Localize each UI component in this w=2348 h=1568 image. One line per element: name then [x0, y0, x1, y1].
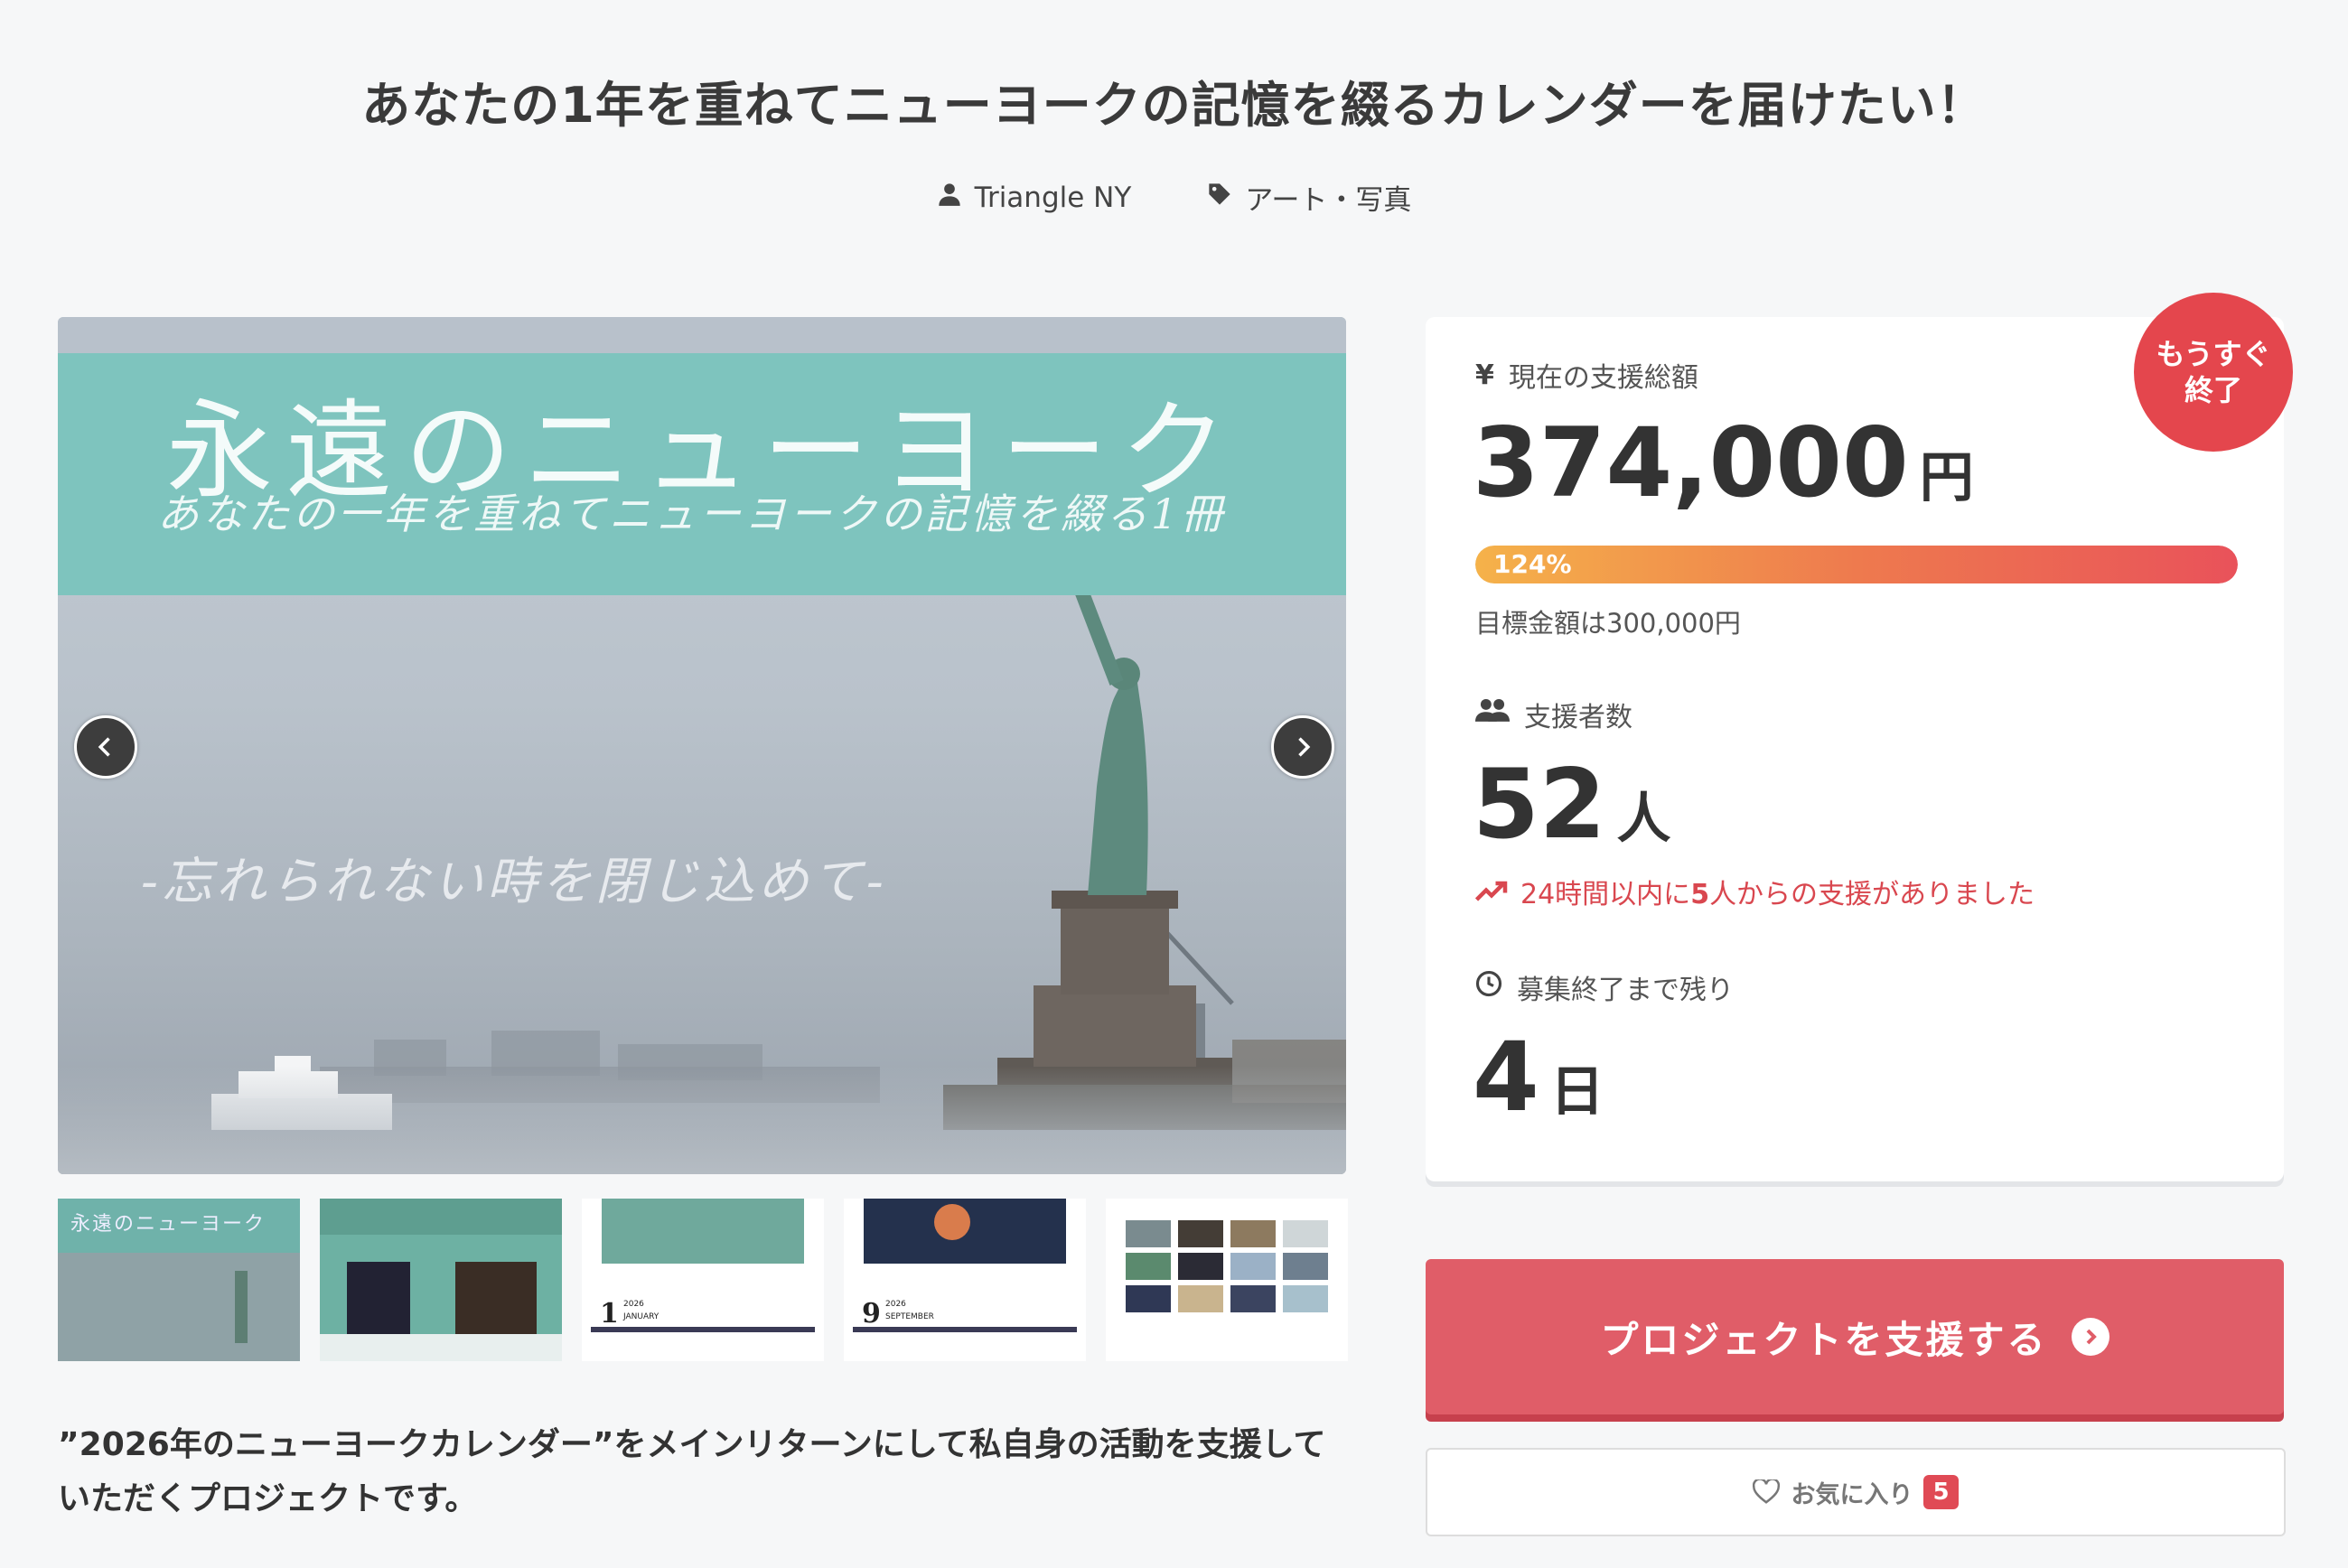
arrow-circle-icon — [2071, 1318, 2109, 1356]
favorite-button[interactable]: お気に入り 5 — [1426, 1448, 2286, 1536]
main-image: 永遠のニューヨーク あなたの一年を重ねてニューヨークの記憶を綴る1冊 -忘れられ… — [58, 317, 1346, 1174]
ending-soon-badge: もうすぐ 終了 — [2134, 293, 2293, 452]
prev-image-button[interactable] — [74, 715, 137, 779]
thumb-september-year: 2026 — [885, 1300, 906, 1309]
remaining-row: 4日 — [1473, 1022, 1604, 1133]
category-name: アート・写真 — [1245, 184, 1412, 217]
owner-link[interactable]: Triangle NY — [937, 177, 1132, 218]
total-unit: 円 — [1919, 446, 1974, 509]
thumbnail-strip: 永遠のニューヨーク 1 2026 JANUARY 9 2026 SEPTEMBE… — [58, 1199, 1348, 1361]
thumb-january-year: 2026 — [623, 1300, 644, 1309]
clock-icon — [1475, 970, 1502, 1004]
support-label: プロジェクトを支援する — [1600, 1317, 2048, 1362]
thumb-january[interactable]: 1 2026 JANUARY — [582, 1199, 824, 1361]
project-title: あなたの1年を重ねてニューヨークの記憶を綴るカレンダーを届けたい！ — [361, 77, 1987, 134]
recent-count: 5 — [1690, 879, 1710, 910]
total-label: 現在の支援総額 — [1508, 362, 1698, 394]
heart-icon — [1753, 1479, 1781, 1504]
tag-icon — [1207, 182, 1232, 214]
thumb-september-num: 9 — [862, 1298, 881, 1330]
hero-tagline: -忘れられない時を閉じ込めて- — [141, 853, 887, 911]
thumb-cover-caption: 永遠のニューヨーク — [70, 1213, 267, 1236]
backers-label-row: 支援者数 — [1475, 695, 1632, 734]
total-amount-row: 374,000 円 — [1473, 407, 1974, 518]
thumb-september[interactable]: 9 2026 SEPTEMBER — [844, 1199, 1086, 1361]
thumb-september-month: SEPTEMBER — [885, 1312, 934, 1321]
funding-progress-bar: 124% — [1475, 546, 2238, 583]
remaining-label: 募集終了まで残り — [1517, 975, 1734, 1006]
recent-prefix: 24時間以内に — [1520, 879, 1691, 910]
favorite-label: お気に入り — [1791, 1480, 1913, 1509]
progress-text: 124% — [1493, 549, 1572, 579]
remaining-count: 4 — [1473, 1022, 1539, 1133]
yen-icon: ¥ — [1475, 359, 1494, 391]
thumb-grid[interactable] — [1106, 1199, 1348, 1361]
backers-unit: 人 — [1616, 788, 1671, 851]
recent-suffix: 人からの支援がありました — [1709, 879, 2035, 910]
thumb-storefront[interactable] — [320, 1199, 562, 1361]
fog-overlay — [58, 1066, 1346, 1174]
backers-count: 52 — [1473, 749, 1606, 860]
support-project-button[interactable]: プロジェクトを支援する — [1426, 1259, 2284, 1414]
badge-line1: もうすぐ — [2156, 337, 2271, 371]
chevron-left-icon — [98, 737, 110, 757]
user-icon — [937, 182, 962, 214]
favorite-count: 5 — [1923, 1475, 1959, 1509]
category-link[interactable]: アート・写真 — [1207, 177, 1411, 218]
stats-card: ¥ 現在の支援総額 374,000 円 124% 目標金額は300,000円 支援… — [1426, 317, 2284, 1181]
recent-support-notice: 24時間以内に5人からの支援がありました — [1475, 872, 2035, 911]
remaining-unit: 日 — [1549, 1060, 1604, 1124]
next-image-button[interactable] — [1271, 715, 1334, 779]
progress-fill — [1475, 546, 2238, 583]
chevron-right-icon — [1298, 737, 1311, 757]
owner-name: Triangle NY — [974, 181, 1132, 214]
goal-amount: 目標金額は300,000円 — [1475, 608, 1741, 639]
total-label-row: ¥ 現在の支援総額 — [1475, 355, 1698, 395]
trending-up-icon — [1475, 881, 1508, 901]
remaining-label-row: 募集終了まで残り — [1475, 967, 1734, 1007]
users-icon — [1475, 697, 1510, 732]
backers-label: 支援者数 — [1524, 702, 1632, 733]
thumb-january-month: JANUARY — [623, 1312, 659, 1321]
hero-band-subtitle: あなたの一年を重ねてニューヨークの記憶を綴る1冊 — [157, 490, 1227, 538]
project-description: ”2026年のニューヨークカレンダー”をメインリターンにして私自身の活動を支援し… — [58, 1426, 1326, 1517]
backers-row: 52 人 — [1473, 749, 1671, 860]
project-meta: Triangle NY アート・写真 — [0, 177, 2348, 218]
badge-line2: 終了 — [2184, 373, 2242, 407]
thumb-cover[interactable]: 永遠のニューヨーク — [58, 1199, 300, 1361]
total-amount: 374,000 — [1473, 407, 1909, 518]
thumb-january-num: 1 — [600, 1298, 619, 1330]
